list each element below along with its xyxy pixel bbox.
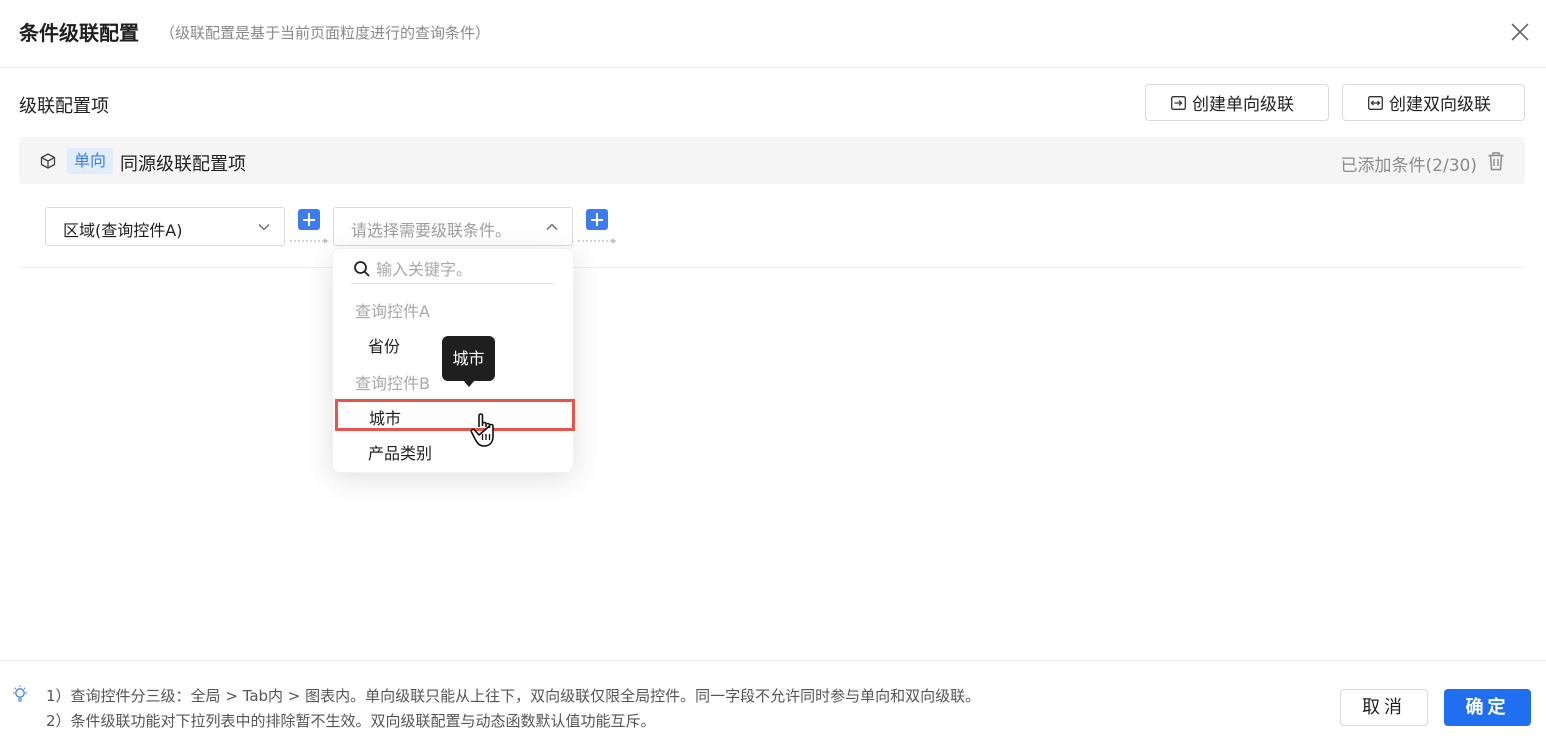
footer-note-1: 1）查询控件分三级：全局 > Tab内 > 图表内。单向级联只能从上往下，双向级… [46, 687, 981, 705]
cancel-button[interactable]: 取消 [1340, 689, 1428, 726]
option-label: 省份 [368, 337, 401, 356]
group-label-a: 查询控件A [355, 302, 430, 321]
condition-count: 已添加条件(2/30) [1340, 156, 1477, 176]
dialog-header: 条件级联配置 （级联配置是基于当前页面粒度进行的查询条件） [0, 0, 1546, 68]
chevron-down-icon [258, 224, 270, 231]
create-bidirectional-label: 创建双向级联 [1389, 95, 1491, 115]
dropdown-search [351, 257, 554, 284]
bidirectional-arrow-icon [1368, 95, 1383, 110]
option-tooltip: 城市 [442, 336, 495, 387]
create-bidirectional-button[interactable]: 创建双向级联 [1342, 84, 1525, 121]
option-city[interactable]: 城市 [335, 399, 575, 431]
dialog-subtitle: （级联配置是基于当前页面粒度进行的查询条件） [160, 24, 491, 42]
dialog-title: 条件级联配置 [19, 21, 139, 45]
option-label: 产品类别 [368, 444, 433, 463]
add-condition-button-2[interactable] [586, 209, 608, 230]
add-condition-button[interactable] [298, 209, 320, 230]
dashed-arrow-connector-2 [578, 238, 617, 244]
option-label: 城市 [369, 409, 402, 428]
close-icon[interactable] [1508, 20, 1532, 44]
create-unidirectional-button[interactable]: 创建单向级联 [1145, 84, 1329, 121]
condition-select-a-value: 区域(查询控件A) [63, 221, 183, 240]
footer-note-2: 2）条件级联功能对下拉列表中的排除暂不生效。双向级联配置与动态函数默认值功能互斥… [46, 712, 656, 730]
dashed-arrow-connector [290, 238, 329, 244]
cube-icon [40, 153, 56, 169]
row-divider [19, 267, 1525, 268]
condition-select-a[interactable]: 区域(查询控件A) [45, 207, 285, 246]
lightbulb-icon [13, 685, 27, 702]
create-unidirectional-label: 创建单向级联 [1192, 95, 1294, 115]
cascade-item-header[interactable]: 单向 同源级联配置项 已添加条件(2/30) [19, 137, 1525, 184]
direction-tag: 单向 [67, 148, 114, 174]
chevron-up-icon [546, 223, 558, 230]
dialog-footer: 1）查询控件分三级：全局 > Tab内 > 图表内。单向级联只能从上往下，双向级… [0, 660, 1546, 750]
trash-icon[interactable] [1487, 151, 1505, 171]
option-product-category[interactable]: 产品类别 [333, 434, 573, 466]
enter-arrow-icon [1171, 95, 1186, 110]
condition-select-b[interactable]: 请选择需要级联条件。 [333, 207, 573, 246]
confirm-button[interactable]: 确定 [1444, 689, 1531, 726]
search-icon [354, 261, 370, 277]
section-title: 级联配置项 [19, 96, 109, 117]
condition-select-b-placeholder: 请选择需要级联条件。 [351, 221, 512, 240]
cascade-item-name: 同源级联配置项 [120, 154, 246, 175]
group-label-b: 查询控件B [355, 374, 430, 393]
dropdown-search-input[interactable] [376, 257, 551, 281]
hand-cursor-icon [470, 413, 494, 447]
